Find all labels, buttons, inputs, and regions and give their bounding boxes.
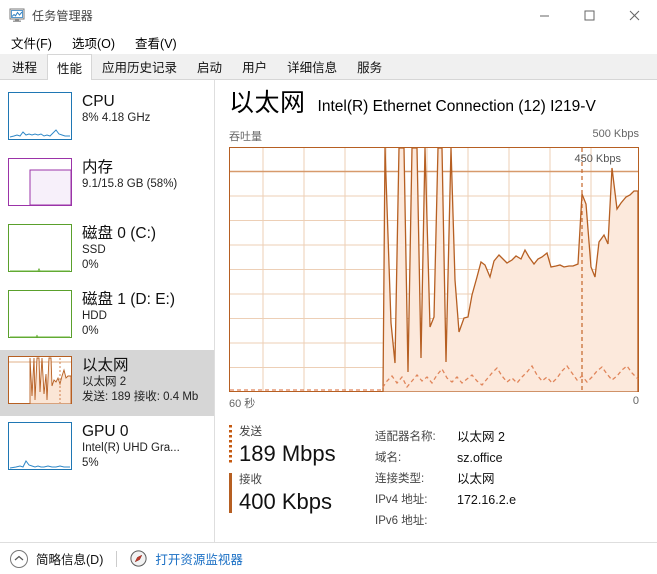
detail-key-domain: 域名: xyxy=(375,452,402,464)
menu-bar: 文件(F) 选项(O) 查看(V) xyxy=(0,30,657,54)
tab-startup[interactable]: 启动 xyxy=(187,54,232,79)
detail-key-ipv6: IPv6 地址: xyxy=(375,515,428,527)
graph-caption: 吞吐量 xyxy=(229,131,262,143)
sidebar-disk-1-title: 磁盘 1 (D: E:) xyxy=(82,291,176,308)
resource-sidebar: CPU 8% 4.18 GHz 内存 9.1/15.8 GB (58%) 磁盘 … xyxy=(0,80,215,542)
memory-thumbnail-graph xyxy=(8,158,72,206)
sidebar-gpu-0-title: GPU 0 xyxy=(82,423,129,440)
detail-value-domain: sz.office xyxy=(457,451,503,465)
sidebar-disk-0-title: 磁盘 0 (C:) xyxy=(82,225,157,242)
maximize-button[interactable] xyxy=(567,0,612,30)
sidebar-gpu-0-line2: Intel(R) UHD Gra... xyxy=(82,442,180,454)
receive-value: 400 Kbps xyxy=(239,489,332,514)
disk-1-thumbnail-graph xyxy=(8,290,72,338)
cpu-thumbnail-graph xyxy=(8,92,72,140)
send-value: 189 Mbps xyxy=(239,441,336,466)
status-divider xyxy=(116,550,118,567)
sidebar-item-disk-0[interactable]: 磁盘 0 (C:) SSD 0% xyxy=(0,218,214,284)
throughput-chart-svg xyxy=(229,147,639,392)
sidebar-item-cpu[interactable]: CPU 8% 4.18 GHz xyxy=(0,86,214,152)
task-manager-window: 任务管理器 文件(F) 选项(O) 查看(V) 进程 性能 应用历史记录 启动 … xyxy=(0,0,657,574)
chevron-up-icon[interactable] xyxy=(10,549,28,568)
sidebar-disk-1-line3: 0% xyxy=(82,325,99,337)
performance-detail-panel: 以太网 Intel(R) Ethernet Connection (12) I2… xyxy=(215,80,657,542)
send-stat: 发送 189 Mbps xyxy=(229,425,357,467)
sidebar-item-gpu-0[interactable]: GPU 0 Intel(R) UHD Gra... 5% xyxy=(0,416,214,482)
sidebar-disk-0-line2: SSD xyxy=(82,244,106,256)
receive-legend-marker xyxy=(229,473,232,513)
sidebar-item-memory[interactable]: 内存 9.1/15.8 GB (58%) xyxy=(0,152,214,218)
menu-options[interactable]: 选项(O) xyxy=(70,31,117,54)
tab-app-history[interactable]: 应用历史记录 xyxy=(92,54,187,79)
sidebar-gpu-0-line3: 5% xyxy=(82,457,99,469)
ethernet-thumbnail-graph xyxy=(8,356,72,404)
tab-performance[interactable]: 性能 xyxy=(47,54,93,80)
tab-details[interactable]: 详细信息 xyxy=(277,54,347,79)
adapter-details: 适配器名称: 域名: 连接类型: IPv4 地址: IPv6 地址: 以太网 2… xyxy=(357,425,516,532)
detail-key-ipv4: IPv4 地址: xyxy=(375,494,428,506)
send-label: 发送 xyxy=(239,426,262,438)
receive-label: 接收 xyxy=(239,474,262,486)
adapter-model: Intel(R) Ethernet Connection (12) I219-V xyxy=(317,98,596,115)
graph-axis-bottom: 60 秒 0 xyxy=(229,392,639,411)
sidebar-item-disk-1[interactable]: 磁盘 1 (D: E:) HDD 0% xyxy=(0,284,214,350)
sidebar-memory-line2: 9.1/15.8 GB (58%) xyxy=(82,178,178,190)
throughput-stats: 发送 189 Mbps 接收 400 Kbps xyxy=(229,425,357,532)
task-manager-icon xyxy=(9,7,25,23)
sidebar-ethernet-line3: 发送: 189 接收: 0.4 Mb xyxy=(82,391,199,403)
sidebar-memory-title: 内存 xyxy=(82,159,114,176)
page-title: 以太网 xyxy=(229,89,306,117)
tab-users[interactable]: 用户 xyxy=(232,54,277,79)
sidebar-ethernet-line2: 以太网 2 xyxy=(82,376,127,388)
send-legend-marker xyxy=(229,425,232,465)
sidebar-cpu-line2: 8% 4.18 GHz xyxy=(82,112,151,124)
detail-value-adapter-name: 以太网 2 xyxy=(457,430,505,444)
sidebar-disk-0-line3: 0% xyxy=(82,259,99,271)
minimize-button[interactable] xyxy=(522,0,567,30)
throughput-chart: 450 Kbps xyxy=(229,147,639,392)
receive-stat: 接收 400 Kbps xyxy=(229,473,357,515)
detail-key-adapter-name: 适配器名称: xyxy=(375,431,436,443)
graph-x-right: 0 xyxy=(632,395,639,407)
stats-area: 发送 189 Mbps 接收 400 Kbps 适配器名称: 域名: 连接类型:… xyxy=(229,425,639,532)
panel-header: 以太网 Intel(R) Ethernet Connection (12) I2… xyxy=(229,88,639,126)
menu-view[interactable]: 查看(V) xyxy=(133,31,179,54)
graph-x-left: 60 秒 xyxy=(229,398,256,410)
close-button[interactable] xyxy=(612,0,657,30)
detail-key-connection-type: 连接类型: xyxy=(375,473,425,485)
sidebar-ethernet-title: 以太网 xyxy=(82,357,129,374)
title-bar: 任务管理器 xyxy=(0,0,657,30)
detail-value-connection-type: 以太网 xyxy=(457,472,495,486)
tab-services[interactable]: 服务 xyxy=(347,54,392,79)
tab-processes[interactable]: 进程 xyxy=(2,54,47,79)
graph-axis-top: 吞吐量 500 Kbps xyxy=(229,126,639,147)
collapse-view-button[interactable]: 简略信息(D) xyxy=(36,549,103,568)
detail-value-ipv4: 172.16.2.e xyxy=(457,493,517,507)
peak-annotation-label: 450 Kbps xyxy=(574,153,621,165)
compass-icon xyxy=(130,550,147,567)
sidebar-disk-1-line2: HDD xyxy=(82,310,107,322)
disk-0-thumbnail-graph xyxy=(8,224,72,272)
window-title: 任务管理器 xyxy=(32,8,94,23)
sidebar-cpu-title: CPU xyxy=(82,93,115,110)
gpu-0-thumbnail-graph xyxy=(8,422,72,470)
tab-bar: 进程 性能 应用历史记录 启动 用户 详细信息 服务 xyxy=(0,54,657,80)
sidebar-item-ethernet[interactable]: 以太网 以太网 2 发送: 189 接收: 0.4 Mb xyxy=(0,350,214,416)
open-resource-monitor-link[interactable]: 打开资源监视器 xyxy=(155,549,243,568)
status-bar: 简略信息(D) 打开资源监视器 xyxy=(0,542,657,574)
graph-y-max: 500 Kbps xyxy=(592,128,639,140)
menu-file[interactable]: 文件(F) xyxy=(9,31,54,54)
